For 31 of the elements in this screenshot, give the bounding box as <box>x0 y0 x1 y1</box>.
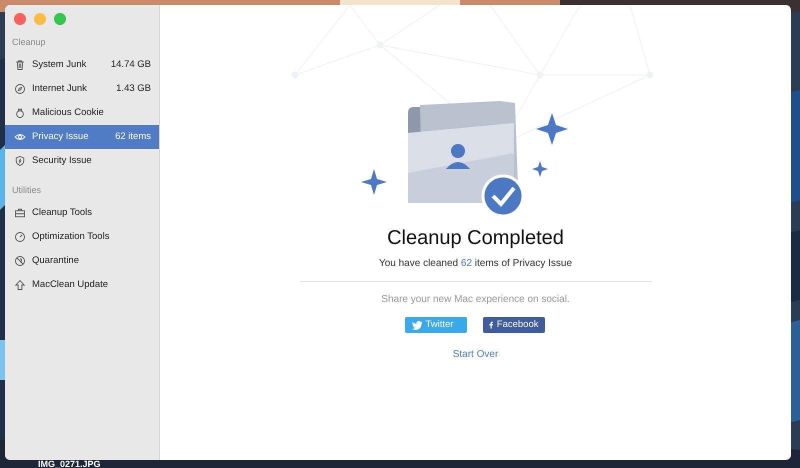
page-title: Cleanup Completed <box>387 226 564 250</box>
sidebar-item[interactable]: Privacy Issue 62 items <box>5 125 159 149</box>
zoom-button[interactable] <box>54 13 66 25</box>
start-over-link[interactable]: Start Over <box>452 347 498 362</box>
bird-icon <box>410 320 422 330</box>
letter-f-icon <box>488 319 493 331</box>
sidebar-item[interactable]: Malicious Cookie <box>5 101 159 125</box>
gauge-icon <box>14 231 26 243</box>
compass-icon <box>14 83 26 95</box>
share-text: Share your new Mac experience on social. <box>381 293 570 307</box>
sidebar-item[interactable]: System Junk 14.74 GB <box>5 53 159 77</box>
crossed-circle-icon <box>14 255 26 267</box>
sidebar-item[interactable]: Quarantine <box>5 249 159 273</box>
sidebar-item[interactable]: Security Issue <box>5 149 159 173</box>
section-heading: Cleanup <box>11 36 47 49</box>
shield-icon <box>14 155 26 167</box>
sidebar-item[interactable]: Internet Junk 1.43 GB <box>5 77 159 101</box>
sidebar-item[interactable]: Optimization Tools <box>5 225 159 249</box>
toolbox-icon <box>14 207 26 219</box>
facebook-button[interactable]: Facebook <box>482 317 544 333</box>
trash-icon <box>14 59 26 71</box>
section-heading: Utilities <box>11 184 42 197</box>
minimize-button[interactable] <box>34 13 46 25</box>
jar-icon <box>14 107 26 119</box>
summary-text: You have cleaned 62 items of Privacy Issue <box>378 257 572 271</box>
sidebar-item[interactable]: MacClean Update <box>5 273 159 297</box>
close-button[interactable] <box>14 13 26 25</box>
sidebar-item[interactable]: Cleanup Tools <box>5 201 159 225</box>
up-arrow-icon <box>14 279 26 291</box>
eye-icon <box>14 131 26 143</box>
desktop-file-label: IMG_0271.JPG <box>38 459 101 468</box>
